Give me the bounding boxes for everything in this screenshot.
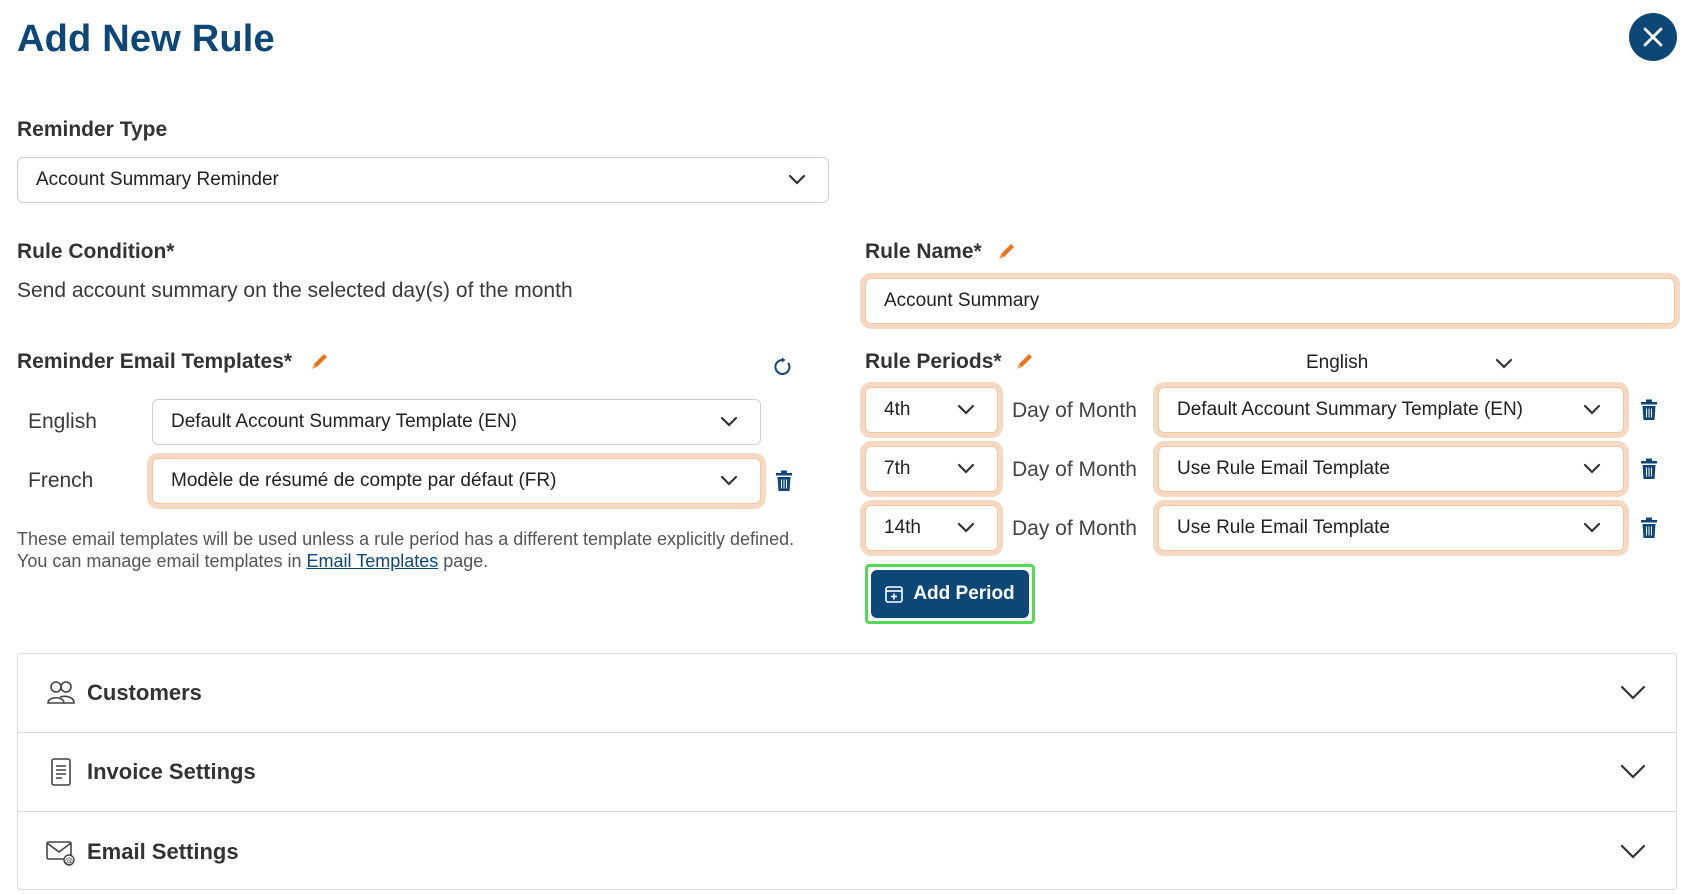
edit-pencil-icon[interactable] xyxy=(997,241,1017,261)
chevron-down-icon xyxy=(1583,404,1601,415)
calendar-add-icon xyxy=(885,586,904,603)
chevron-down-icon xyxy=(1620,844,1646,859)
section-invoice-settings[interactable]: Invoice Settings xyxy=(18,733,1676,812)
template-language-english: English xyxy=(28,410,97,433)
section-email-settings-label: Email Settings xyxy=(87,838,239,864)
period-template-select[interactable]: Default Account Summary Template (EN) xyxy=(1158,387,1624,433)
section-invoice-settings-label: Invoice Settings xyxy=(87,759,256,784)
email-templates-link[interactable]: Email Templates xyxy=(307,551,439,571)
section-customers-label: Customers xyxy=(87,680,202,705)
settings-accordion: Customers Invoice Settings @ Email Setti… xyxy=(17,653,1677,890)
rule-condition-label: Rule Condition* xyxy=(17,240,175,263)
chevron-down-icon xyxy=(720,475,738,486)
period-day-select[interactable]: 4th xyxy=(865,387,998,433)
section-customers[interactable]: Customers xyxy=(18,654,1676,733)
section-email-settings[interactable]: @ Email Settings xyxy=(18,812,1676,891)
rule-condition-text: Send account summary on the selected day… xyxy=(17,279,573,302)
page-title: Add New Rule xyxy=(17,18,275,60)
english-template-select[interactable]: Default Account Summary Template (EN) xyxy=(152,399,761,445)
edit-pencil-icon[interactable] xyxy=(310,351,330,371)
delete-period-icon[interactable] xyxy=(1640,399,1658,421)
rule-name-input[interactable]: Account Summary xyxy=(865,278,1675,324)
day-of-month-label: Day of Month xyxy=(1012,517,1137,540)
add-period-label: Add Period xyxy=(913,583,1015,604)
english-template-value: Default Account Summary Template (EN) xyxy=(171,411,518,432)
period-day-select[interactable]: 7th xyxy=(865,446,998,492)
period-template-select[interactable]: Use Rule Email Template xyxy=(1158,505,1624,551)
users-icon xyxy=(47,681,75,704)
reminder-type-label: Reminder Type xyxy=(17,118,168,141)
add-period-button[interactable]: Add Period xyxy=(871,570,1029,618)
chevron-down-icon xyxy=(1620,685,1646,700)
close-button[interactable] xyxy=(1629,13,1677,61)
chevron-down-icon xyxy=(957,522,975,533)
rule-periods-label: Rule Periods* xyxy=(865,350,1002,373)
rule-name-value: Account Summary xyxy=(884,290,1040,311)
period-day-value: 4th xyxy=(884,399,911,420)
period-template-value: Use Rule Email Template xyxy=(1177,458,1390,479)
chevron-down-icon xyxy=(1583,463,1601,474)
chevron-down-icon xyxy=(788,174,806,185)
french-template-select[interactable]: Modèle de résumé de compte par défaut (F… xyxy=(152,458,761,504)
delete-period-icon[interactable] xyxy=(1640,458,1658,480)
email-templates-label: Reminder Email Templates* xyxy=(17,350,293,373)
period-template-value: Default Account Summary Template (EN) xyxy=(1177,399,1524,420)
delete-period-icon[interactable] xyxy=(1640,517,1658,539)
templates-note-suffix: page. xyxy=(438,551,489,571)
period-day-value: 7th xyxy=(884,458,911,479)
chevron-down-icon xyxy=(1620,764,1646,779)
day-of-month-label: Day of Month xyxy=(1012,399,1137,422)
french-template-value: Modèle de résumé de compte par défaut (F… xyxy=(171,470,557,491)
period-day-value: 14th xyxy=(884,517,921,538)
edit-pencil-icon[interactable] xyxy=(1015,351,1035,371)
chevron-down-icon xyxy=(1583,522,1601,533)
add-period-focus-ring: Add Period xyxy=(865,564,1035,624)
day-of-month-label: Day of Month xyxy=(1012,458,1137,481)
period-template-select[interactable]: Use Rule Email Template xyxy=(1158,446,1624,492)
chevron-down-icon xyxy=(1495,358,1513,369)
period-day-select[interactable]: 14th xyxy=(865,505,998,551)
close-icon xyxy=(1643,27,1663,47)
chevron-down-icon xyxy=(957,463,975,474)
delete-french-template-icon[interactable] xyxy=(775,470,793,492)
refresh-icon[interactable] xyxy=(773,357,793,377)
email-icon: @ xyxy=(46,840,75,866)
document-icon xyxy=(51,758,71,786)
template-language-french: French xyxy=(28,469,94,492)
period-language-select[interactable]: English xyxy=(1300,350,1520,378)
chevron-down-icon xyxy=(720,416,738,427)
reminder-type-value: Account Summary Reminder xyxy=(36,169,279,190)
templates-note: These email templates will be used unles… xyxy=(17,528,817,572)
period-template-value: Use Rule Email Template xyxy=(1177,517,1390,538)
svg-text:@: @ xyxy=(65,856,73,865)
chevron-down-icon xyxy=(957,404,975,415)
period-language-value: English xyxy=(1306,352,1369,373)
rule-name-label: Rule Name* xyxy=(865,240,982,263)
reminder-type-select[interactable]: Account Summary Reminder xyxy=(17,157,829,203)
